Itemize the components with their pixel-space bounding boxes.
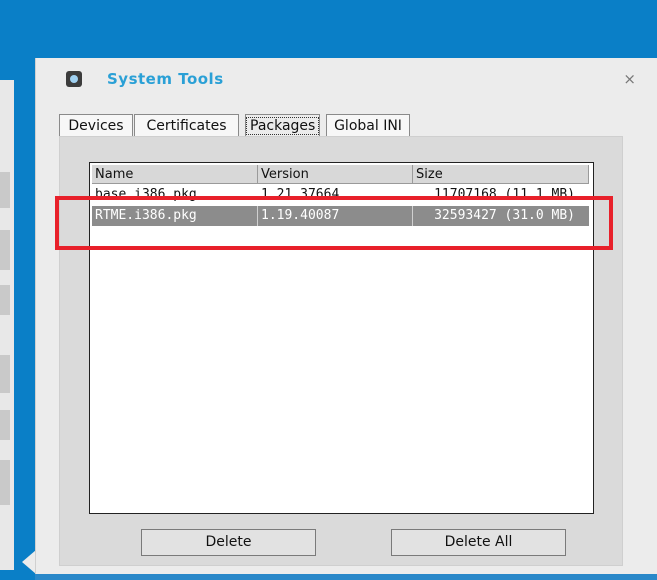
tab-packages[interactable]: Packages [245, 114, 320, 137]
table-row[interactable]: base.i386.pkg 1.21.37664 11707168 (11.1 … [92, 185, 589, 205]
column-header-size[interactable]: Size [413, 165, 589, 184]
dialog-title: System Tools [107, 70, 224, 88]
tab-label: Certificates [146, 118, 227, 134]
background-window-edge [0, 80, 14, 570]
delete-button[interactable]: Delete [141, 529, 316, 556]
list-header: Name Version Size [92, 165, 589, 184]
dialog-pointer [22, 550, 36, 574]
packages-panel: Name Version Size base.i386.pkg 1.21.376… [59, 136, 623, 566]
system-tools-dialog: System Tools × Devices Certificates Pack… [35, 58, 657, 574]
dialog-titlebar: System Tools × [36, 58, 657, 102]
tab-label: Global INI [334, 118, 402, 134]
cell-size: 11707168 (11.1 MB) [434, 187, 575, 202]
cell-version: 1.21.37664 [261, 187, 340, 202]
close-icon[interactable]: × [623, 70, 636, 88]
cell-size: 32593427 (31.0 MB) [434, 208, 575, 223]
system-tools-icon [66, 71, 82, 87]
cell-name: RTME.i386.pkg [92, 206, 258, 226]
tab-global-ini[interactable]: Global INI [326, 114, 410, 137]
cell-version: 1.19.40087 [258, 206, 413, 226]
column-header-name[interactable]: Name [92, 165, 258, 184]
column-header-version[interactable]: Version [258, 165, 413, 184]
table-row-selected[interactable]: RTME.i386.pkg 1.19.40087 32593427 (31.0 … [92, 206, 589, 226]
packages-list[interactable]: Name Version Size base.i386.pkg 1.21.376… [89, 162, 594, 514]
cell-name: base.i386.pkg [95, 187, 197, 202]
tab-label: Packages [246, 117, 320, 135]
delete-all-button[interactable]: Delete All [391, 529, 566, 556]
dialog-bottom-edge [35, 574, 657, 580]
tab-label: Devices [68, 118, 124, 134]
tab-certificates[interactable]: Certificates [134, 114, 239, 137]
tab-devices[interactable]: Devices [59, 114, 133, 137]
